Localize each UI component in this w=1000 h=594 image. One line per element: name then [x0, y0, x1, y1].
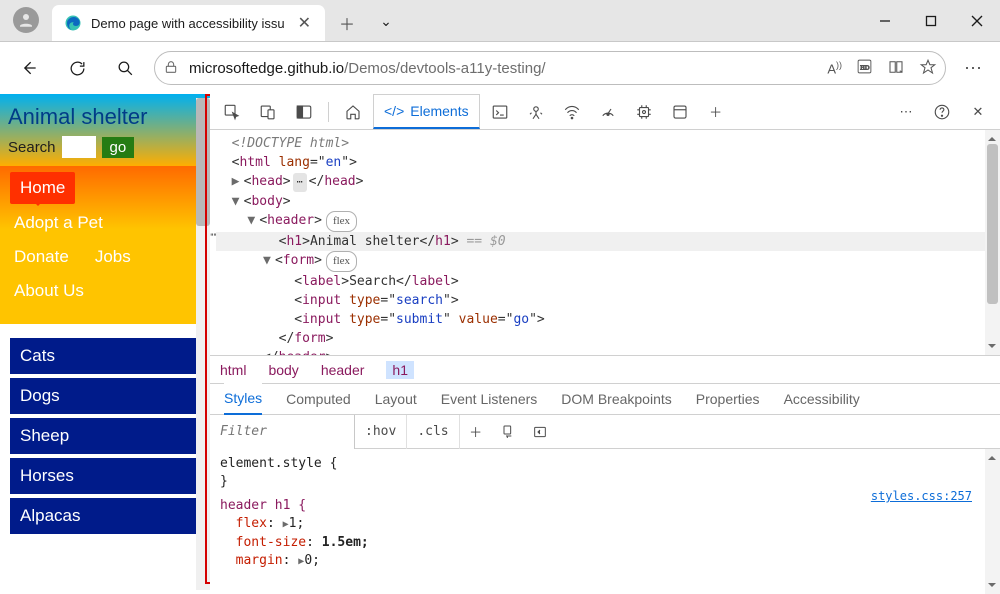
- tab-title: Demo page with accessibility issu: [91, 16, 285, 31]
- animal-list: Cats Dogs Sheep Horses Alpacas: [0, 324, 210, 552]
- tab-styles[interactable]: Styles: [224, 383, 262, 415]
- elements-tab-label: Elements: [410, 103, 468, 119]
- help-icon[interactable]: [926, 96, 958, 128]
- nav-donate[interactable]: Donate: [10, 240, 73, 274]
- search-button[interactable]: [106, 49, 144, 87]
- url-field[interactable]: microsoftedge.github.io/Demos/devtools-a…: [154, 51, 946, 85]
- stylesheet-link[interactable]: styles.css:257: [871, 487, 972, 505]
- crumb-item[interactable]: html: [220, 362, 246, 378]
- tab-properties[interactable]: Properties: [696, 391, 760, 407]
- tab-event-listeners[interactable]: Event Listeners: [441, 391, 538, 407]
- styles-rules[interactable]: element.style { } header h1 { flex: ▶1; …: [210, 449, 1000, 594]
- dom-breadcrumb[interactable]: html body header h1: [210, 355, 1000, 383]
- address-bar: microsoftedge.github.io/Demos/devtools-a…: [0, 42, 1000, 94]
- reader-icon[interactable]: [887, 58, 905, 79]
- cls-button[interactable]: .cls: [407, 415, 459, 449]
- refresh-button[interactable]: [58, 49, 96, 87]
- devtools-menu-button[interactable]: ⋯: [890, 96, 922, 128]
- lock-icon: [163, 59, 179, 78]
- list-item[interactable]: Dogs: [10, 378, 200, 414]
- crumb-item[interactable]: header: [321, 362, 365, 378]
- nav-home[interactable]: Home: [10, 172, 75, 204]
- more-tabs-button[interactable]: ＋: [700, 96, 732, 128]
- close-tab-icon[interactable]: ✕: [294, 13, 315, 33]
- search-input[interactable]: [62, 136, 96, 158]
- list-item[interactable]: Cats: [10, 338, 200, 374]
- new-style-rule-button[interactable]: ＋: [460, 415, 492, 449]
- tabs-chevron-icon[interactable]: ⌄: [363, 1, 409, 41]
- hov-button[interactable]: :hov: [355, 415, 407, 449]
- svg-text:HD: HD: [860, 64, 870, 71]
- back-button[interactable]: [10, 49, 48, 87]
- tab-dom-breakpoints[interactable]: DOM Breakpoints: [561, 391, 671, 407]
- nav-jobs[interactable]: Jobs: [91, 240, 135, 274]
- ellipsis-icon[interactable]: ⋯: [210, 226, 216, 245]
- console-tab-icon[interactable]: [484, 96, 516, 128]
- url-text: microsoftedge.github.io/Demos/devtools-a…: [189, 60, 817, 77]
- crumb-item-selected[interactable]: h1: [386, 361, 414, 379]
- network-tab-icon[interactable]: [556, 96, 588, 128]
- welcome-tab-icon[interactable]: [337, 96, 369, 128]
- browser-tab[interactable]: Demo page with accessibility issu ✕: [52, 5, 325, 41]
- application-tab-icon[interactable]: [664, 96, 696, 128]
- scrollbar-thumb[interactable]: [987, 144, 998, 304]
- window-maximize-button[interactable]: [908, 1, 954, 41]
- copy-styles-icon[interactable]: [492, 415, 524, 449]
- list-item[interactable]: Horses: [10, 458, 200, 494]
- page-nav: Home Adopt a Pet Donate Jobs About Us: [0, 166, 210, 324]
- styles-pane-tabs: Styles Computed Layout Event Listeners D…: [210, 383, 1000, 415]
- memory-tab-icon[interactable]: [628, 96, 660, 128]
- page-viewport: Animal shelter Search go Home Adopt a Pe…: [0, 94, 210, 594]
- styles-scrollbar[interactable]: [985, 449, 1000, 594]
- tab-layout[interactable]: Layout: [375, 391, 417, 407]
- devtools-close-button[interactable]: ✕: [962, 96, 994, 128]
- performance-tab-icon[interactable]: [592, 96, 624, 128]
- device-emulation-icon[interactable]: [252, 96, 284, 128]
- profile-avatar[interactable]: [13, 7, 39, 33]
- crumb-item[interactable]: body: [268, 362, 298, 378]
- nav-about[interactable]: About Us: [10, 274, 200, 308]
- new-tab-button[interactable]: ＋: [331, 7, 363, 39]
- styles-toolbar: :hov .cls ＋: [210, 415, 1000, 449]
- read-aloud-icon[interactable]: A)): [827, 60, 842, 76]
- computed-toggle-icon[interactable]: [524, 415, 556, 449]
- elements-tab[interactable]: </> Elements: [373, 94, 480, 129]
- tab-computed[interactable]: Computed: [286, 391, 351, 407]
- devtools-panel: </> Elements ＋ ⋯ ✕ ⋯ <!DOCTYPE html> <ht…: [210, 94, 1000, 594]
- search-label: Search: [8, 139, 56, 156]
- devtools-toolbar: </> Elements ＋ ⋯ ✕: [210, 94, 1000, 130]
- code-icon: </>: [384, 103, 404, 119]
- window-close-button[interactable]: [954, 1, 1000, 41]
- settings-menu-button[interactable]: ⋯: [956, 51, 990, 85]
- window-minimize-button[interactable]: [862, 1, 908, 41]
- sources-tab-icon[interactable]: [520, 96, 552, 128]
- tab-accessibility[interactable]: Accessibility: [784, 391, 860, 407]
- window-titlebar: Demo page with accessibility issu ✕ ＋ ⌄: [0, 0, 1000, 42]
- dock-side-icon[interactable]: [288, 96, 320, 128]
- dom-tree[interactable]: ⋯ <!DOCTYPE html> <html lang="en"> ▶<hea…: [210, 130, 1000, 355]
- go-button[interactable]: go: [102, 137, 135, 158]
- qr-icon[interactable]: HD: [856, 58, 873, 78]
- list-item[interactable]: Alpacas: [10, 498, 200, 534]
- annotation-highlight: [205, 94, 210, 584]
- inspect-icon[interactable]: [216, 96, 248, 128]
- page-title: Animal shelter: [8, 104, 202, 130]
- edge-icon: [64, 14, 82, 32]
- list-item[interactable]: Sheep: [10, 418, 200, 454]
- favorite-icon[interactable]: [919, 58, 937, 79]
- styles-filter-input[interactable]: [210, 415, 355, 449]
